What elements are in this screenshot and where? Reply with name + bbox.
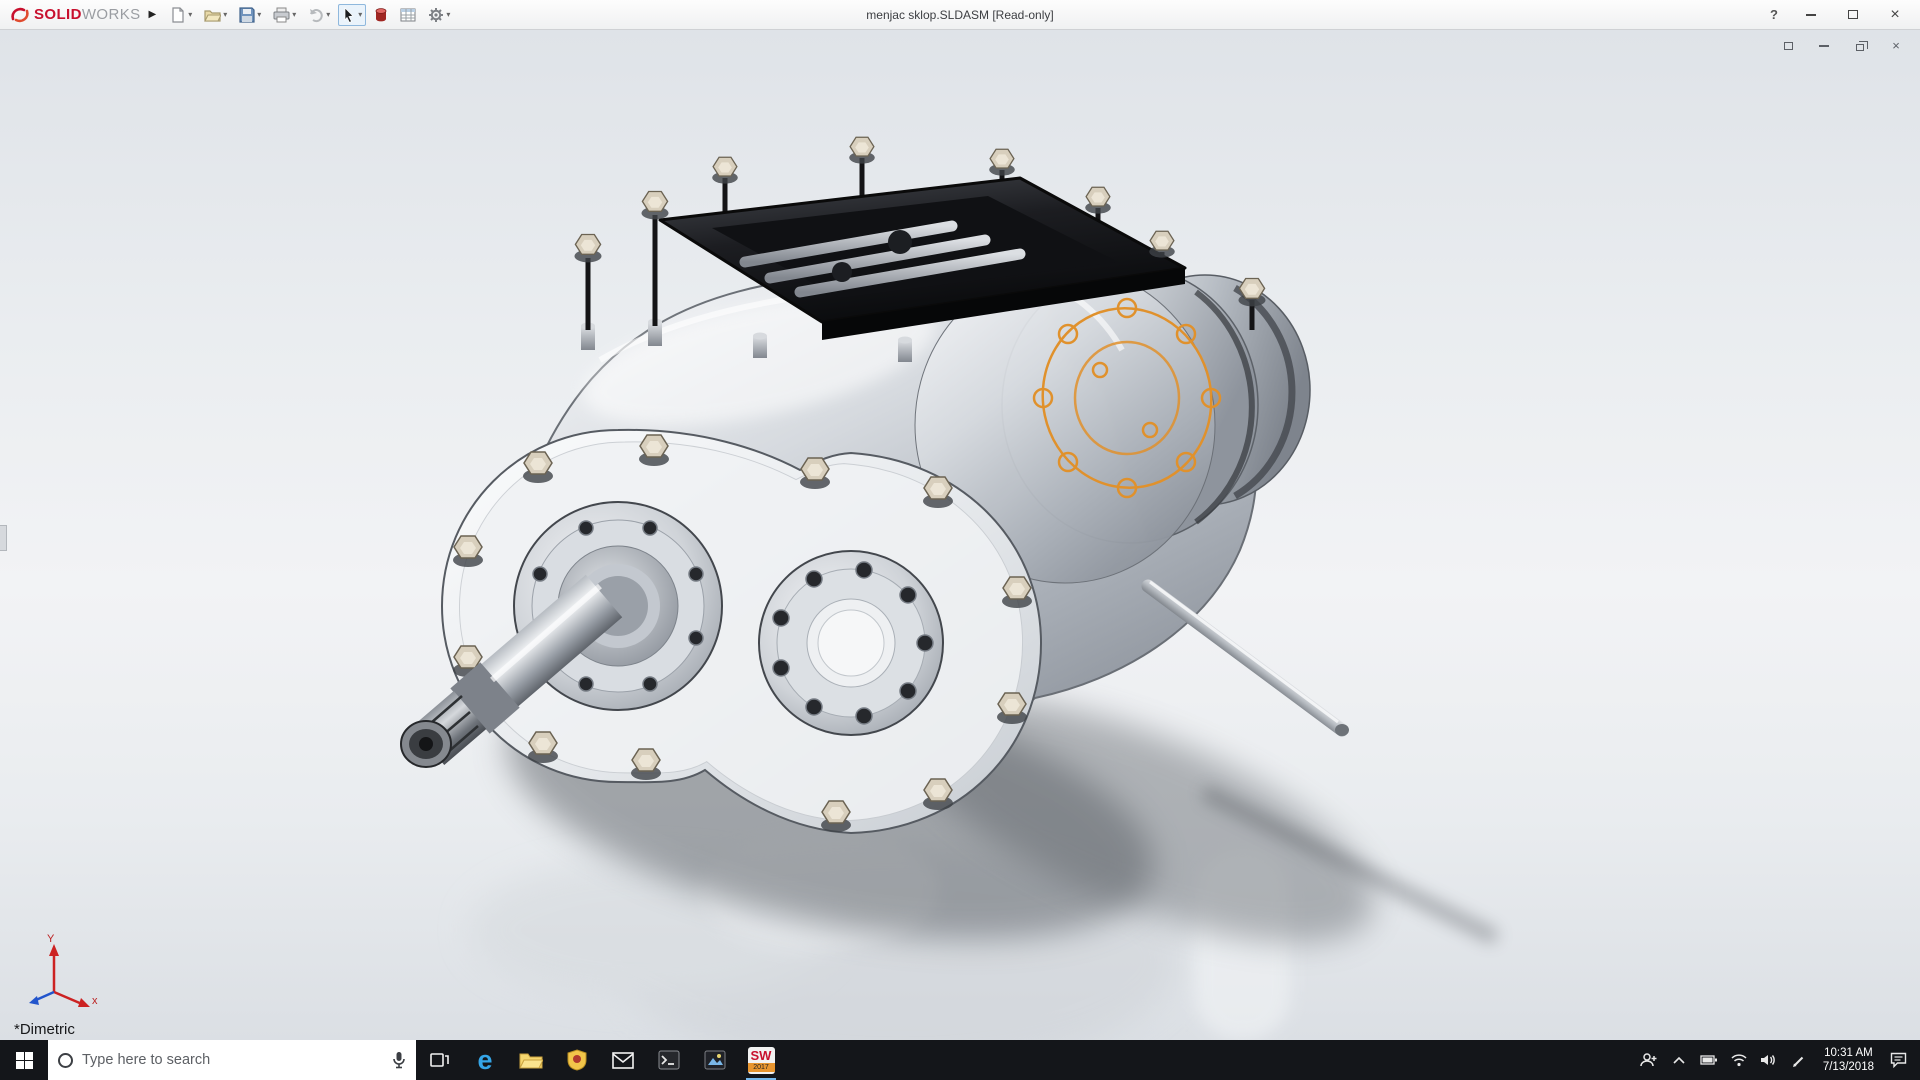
clock-time: 10:31 AM [1823, 1046, 1874, 1060]
assembly-3d-model[interactable] [0, 30, 1920, 1040]
quick-toolbar: ▾ ▾ ▾ ▾ ▾ ▾ [166, 4, 454, 26]
view-orientation-label: *Dimetric [14, 1021, 75, 1038]
options-gear-button[interactable]: ▾ [424, 4, 454, 26]
output-shaft[interactable] [1148, 582, 1349, 736]
mail-app-icon[interactable] [600, 1040, 646, 1080]
doc-minimize-button[interactable] [1814, 38, 1834, 54]
pen-icon[interactable] [1784, 1040, 1814, 1080]
brand-wordmark: SOLIDWORKS [34, 6, 141, 23]
action-center-icon[interactable] [1883, 1040, 1913, 1080]
minimize-button[interactable] [1802, 6, 1820, 24]
taskbar-search[interactable] [48, 1040, 416, 1080]
taskbar-clock[interactable]: 10:31 AM 7/13/2018 [1814, 1046, 1883, 1074]
cortana-icon [58, 1053, 73, 1068]
dropdown-arrow-icon[interactable]: ▾ [257, 10, 261, 19]
task-view-button[interactable] [416, 1040, 462, 1080]
ds-logo-icon [10, 6, 30, 24]
people-icon[interactable] [1634, 1040, 1664, 1080]
dropdown-arrow-icon[interactable]: ▾ [446, 10, 450, 19]
solidworks-app-icon[interactable]: SW2017 [738, 1040, 784, 1080]
close-button[interactable]: × [1886, 6, 1904, 24]
appearance-button[interactable] [370, 4, 392, 26]
toolbar-flyout-arrow[interactable]: ▶ [149, 9, 157, 20]
dropdown-arrow-icon[interactable]: ▾ [223, 10, 227, 19]
save-button[interactable]: ▾ [235, 4, 265, 26]
new-document-button[interactable]: ▾ [166, 4, 196, 26]
document-title: menjac sklop.SLDASM [Read-only] [866, 8, 1053, 22]
window-controls: ? × [1770, 6, 1910, 24]
dropdown-arrow-icon[interactable]: ▾ [326, 10, 330, 19]
microphone-icon[interactable] [392, 1051, 406, 1069]
terminal-app-icon[interactable] [646, 1040, 692, 1080]
solidworks-window: SOLIDWORKS ▶ ▾ ▾ ▾ ▾ ▾ [0, 0, 1920, 1080]
titlebar: SOLIDWORKS ▶ ▾ ▾ ▾ ▾ ▾ [0, 0, 1920, 30]
doc-restore-button[interactable] [1850, 38, 1870, 54]
dropdown-arrow-icon[interactable]: ▾ [292, 10, 296, 19]
start-button[interactable] [0, 1040, 48, 1080]
windows-taskbar: e SW2017 [0, 1040, 1920, 1080]
search-input[interactable] [82, 1052, 383, 1068]
dropdown-arrow-icon[interactable]: ▾ [358, 10, 362, 19]
panel-splitter-handle[interactable] [0, 525, 7, 551]
new-window-icon[interactable] [1778, 38, 1798, 54]
document-window-controls: × [1778, 38, 1906, 54]
output-flange[interactable] [759, 551, 943, 735]
select-tool-button[interactable]: ▾ [338, 4, 366, 26]
graphics-area[interactable]: × [0, 30, 1920, 1040]
dropdown-arrow-icon[interactable]: ▾ [188, 10, 192, 19]
front-face[interactable] [401, 430, 1041, 833]
tray-chevron-up-icon[interactable] [1664, 1040, 1694, 1080]
maximize-button[interactable] [1844, 6, 1862, 24]
volume-icon[interactable] [1754, 1040, 1784, 1080]
media-app-icon[interactable] [692, 1040, 738, 1080]
file-explorer-icon[interactable] [508, 1040, 554, 1080]
security-app-icon[interactable] [554, 1040, 600, 1080]
print-button[interactable]: ▾ [269, 4, 300, 26]
help-icon[interactable]: ? [1770, 7, 1778, 22]
pinned-apps: e SW2017 [416, 1040, 784, 1080]
undo-button[interactable]: ▾ [304, 4, 334, 26]
battery-icon[interactable] [1694, 1040, 1724, 1080]
wifi-icon[interactable] [1724, 1040, 1754, 1080]
open-document-button[interactable]: ▾ [200, 4, 231, 26]
triad-y-label: Y [47, 933, 55, 945]
view-triad[interactable]: Y x [20, 930, 104, 1014]
triad-x-label: x [92, 995, 98, 1007]
edge-icon[interactable]: e [462, 1040, 508, 1080]
design-table-button[interactable] [396, 4, 420, 26]
clock-date: 7/13/2018 [1823, 1060, 1874, 1074]
doc-close-button[interactable]: × [1886, 38, 1906, 54]
system-tray: 10:31 AM 7/13/2018 [1634, 1040, 1920, 1080]
